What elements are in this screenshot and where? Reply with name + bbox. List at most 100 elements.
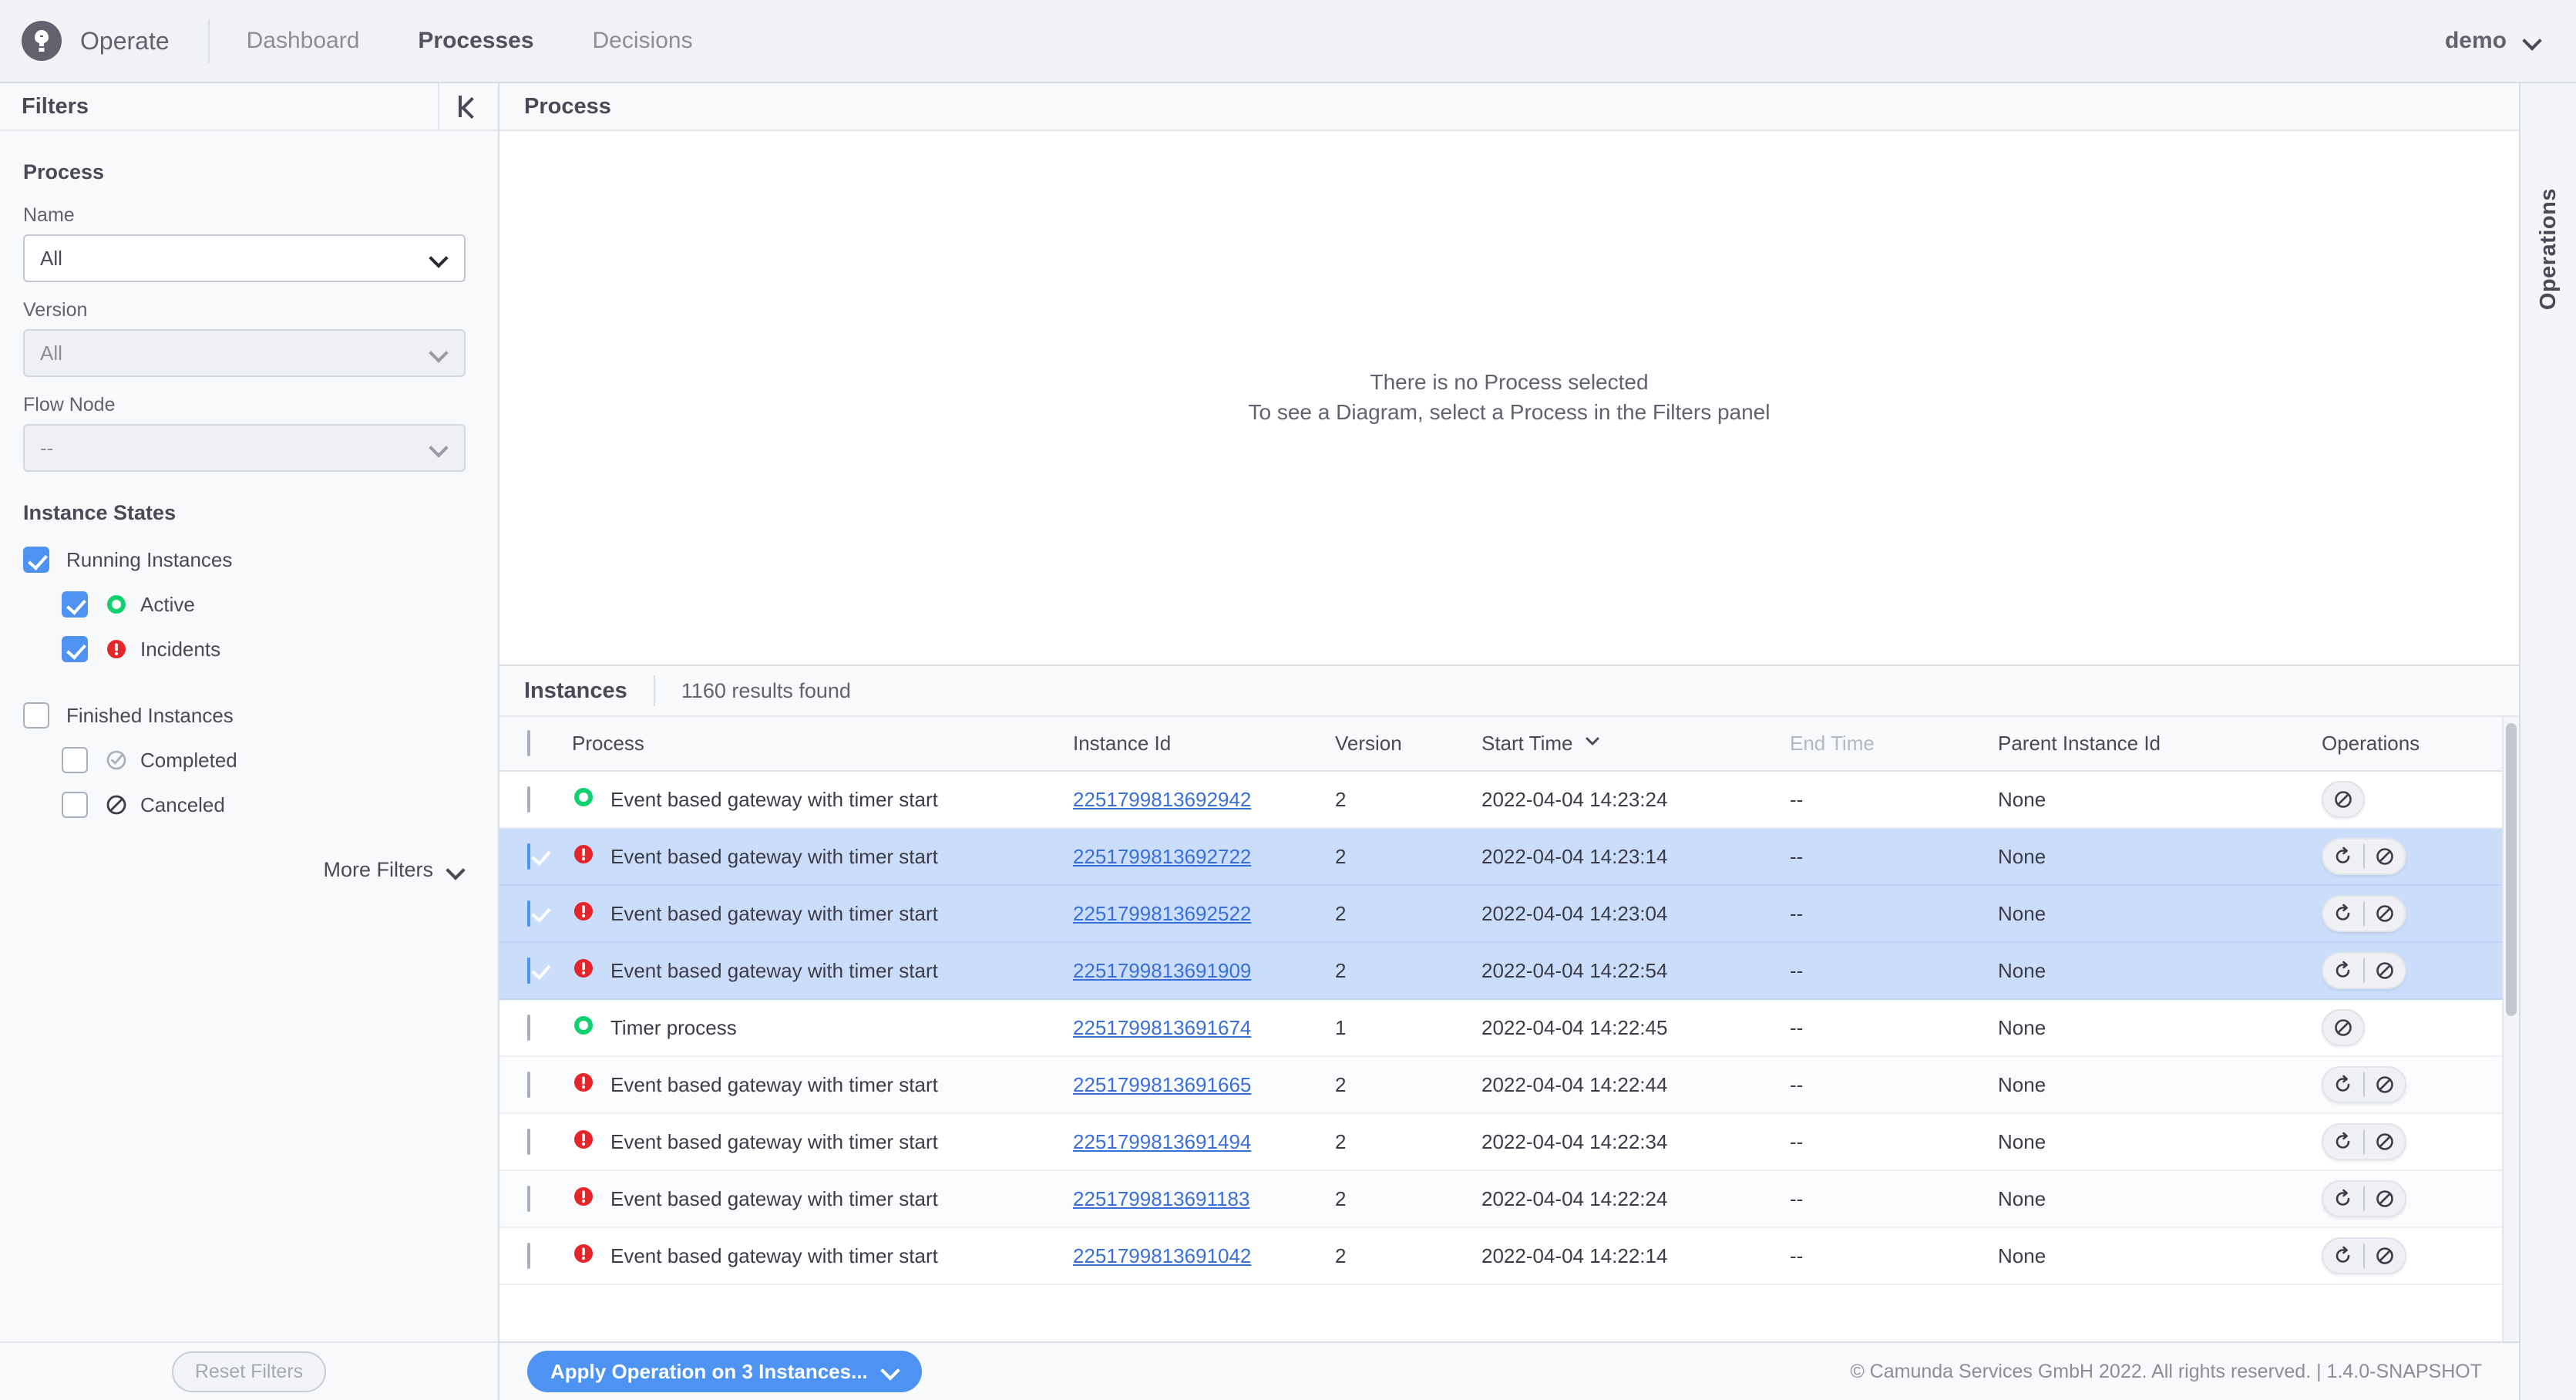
instance-id-link[interactable]: 2251799813692942 <box>1073 788 1251 811</box>
cancel-operation-icon[interactable] <box>2365 840 2405 873</box>
row-checkbox[interactable] <box>527 786 530 813</box>
row-checkbox[interactable] <box>527 1185 530 1212</box>
column-header-parent-instance-id[interactable]: Parent Instance Id <box>1998 717 2322 772</box>
retry-operation-icon[interactable] <box>2323 840 2363 873</box>
chevron-down-icon <box>432 346 447 362</box>
instances-footer: Apply Operation on 3 Instances... © Camu… <box>499 1341 2519 1400</box>
cell-operations <box>2322 1227 2502 1285</box>
cell-version: 2 <box>1335 1170 1481 1228</box>
column-header-operations: Operations <box>2322 717 2502 772</box>
nav-item-decisions[interactable]: Decisions <box>593 28 693 54</box>
checkbox-finished-instances[interactable]: Finished Instances <box>23 693 475 738</box>
instance-id-link[interactable]: 2251799813691674 <box>1073 1016 1251 1039</box>
row-checkbox[interactable] <box>527 1014 530 1041</box>
retry-operation-icon[interactable] <box>2323 1182 2363 1216</box>
column-label: Operations <box>2322 732 2420 755</box>
table-row[interactable]: Event based gateway with timer start 2251… <box>499 1170 2502 1228</box>
instance-id-link[interactable]: 2251799813691042 <box>1073 1244 1251 1267</box>
active-circle-icon <box>572 1014 595 1042</box>
checkbox-active[interactable]: Active <box>23 582 475 627</box>
row-checkbox[interactable] <box>527 843 530 870</box>
column-header-instance-id[interactable]: Instance Id <box>1073 717 1335 772</box>
chevron-down-icon <box>432 441 447 456</box>
instance-id-link[interactable]: 2251799813692522 <box>1073 902 1251 925</box>
nav-item-processes[interactable]: Processes <box>418 28 533 54</box>
table-row[interactable]: Event based gateway with timer start 2251… <box>499 828 2502 886</box>
column-label: Process <box>572 732 644 755</box>
brand[interactable]: Operate <box>22 21 200 61</box>
cancel-operation-icon[interactable] <box>2323 782 2363 816</box>
process-diagram-panel: Process There is no Process selected To … <box>499 83 2519 666</box>
cancel-operation-icon[interactable] <box>2365 1068 2405 1102</box>
cell-process: Event based gateway with timer start <box>564 1056 1073 1114</box>
cancel-operation-icon[interactable] <box>2365 1125 2405 1159</box>
table-row[interactable]: Event based gateway with timer start 2251… <box>499 885 2502 943</box>
table-row[interactable]: Timer process 2251799813691674 1 2022-04-04… <box>499 999 2502 1057</box>
flow-node-select[interactable]: -- <box>23 424 466 472</box>
process-name-select[interactable]: All <box>23 234 466 282</box>
checkbox-canceled[interactable]: Canceled <box>23 782 475 827</box>
more-filters-toggle[interactable]: More Filters <box>23 858 475 882</box>
row-checkbox[interactable] <box>527 1242 530 1269</box>
column-header-start-time[interactable]: Start Time <box>1481 717 1790 772</box>
row-checkbox[interactable] <box>527 1071 530 1098</box>
retry-operation-icon[interactable] <box>2323 954 2363 988</box>
app-header: Operate Dashboard Processes Decisions de… <box>0 0 2576 83</box>
cell-end-time: -- <box>1790 828 1998 886</box>
nav-item-dashboard[interactable]: Dashboard <box>247 28 360 54</box>
column-header-version[interactable]: Version <box>1335 717 1481 772</box>
retry-operation-icon[interactable] <box>2323 1239 2363 1273</box>
instance-id-link[interactable]: 2251799813691183 <box>1073 1187 1249 1210</box>
table-vertical-scrollbar[interactable] <box>2502 717 2519 1341</box>
table-row[interactable]: Event based gateway with timer start 2251… <box>499 1056 2502 1114</box>
flow-node-value: -- <box>40 436 54 459</box>
apply-operation-button[interactable]: Apply Operation on 3 Instances... <box>527 1351 922 1392</box>
sort-descending-chevron-icon <box>1583 732 1602 756</box>
cancel-operation-icon[interactable] <box>2365 1182 2405 1216</box>
cancel-operation-icon[interactable] <box>2365 1239 2405 1273</box>
table-row[interactable]: Event based gateway with timer start 2251… <box>499 942 2502 1000</box>
cancel-operation-icon[interactable] <box>2365 897 2405 931</box>
collapse-panel-left-icon[interactable] <box>438 83 498 130</box>
cell-process: Event based gateway with timer start <box>564 1227 1073 1285</box>
operations-panel[interactable]: Operations <box>2519 83 2576 1400</box>
cell-parent-instance-id: None <box>1998 942 2322 1000</box>
cancel-operation-icon[interactable] <box>2323 1011 2363 1045</box>
brand-name: Operate <box>80 26 170 55</box>
column-header-process[interactable]: Process <box>564 717 1073 772</box>
version-field-label: Version <box>23 299 88 321</box>
cell-version: 2 <box>1335 828 1481 886</box>
main-nav: Dashboard Processes Decisions <box>247 28 693 54</box>
checkbox-completed[interactable]: Completed <box>23 738 475 782</box>
instance-id-link[interactable]: 2251799813692722 <box>1073 845 1251 868</box>
retry-operation-icon[interactable] <box>2323 1068 2363 1102</box>
select-all-checkbox[interactable] <box>527 730 530 756</box>
retry-operation-icon[interactable] <box>2323 1125 2363 1159</box>
cell-operations <box>2322 1056 2502 1114</box>
process-panel-header: Process <box>499 83 2519 131</box>
scrollbar-thumb[interactable] <box>2506 723 2517 1016</box>
row-checkbox[interactable] <box>527 1128 530 1155</box>
table-row[interactable]: Event based gateway with timer start 2251… <box>499 771 2502 829</box>
cell-start-time: 2022-04-04 14:22:54 <box>1481 942 1790 1000</box>
instance-id-link[interactable]: 2251799813691494 <box>1073 1130 1251 1153</box>
cell-parent-instance-id: None <box>1998 1227 2322 1285</box>
user-menu[interactable]: demo <box>2445 28 2541 54</box>
cell-operations <box>2322 885 2502 943</box>
cancel-operation-icon[interactable] <box>2365 954 2405 988</box>
reset-filters-button[interactable]: Reset Filters <box>171 1351 327 1392</box>
table-row[interactable]: Event based gateway with timer start 2251… <box>499 1227 2502 1285</box>
retry-operation-icon[interactable] <box>2323 897 2363 931</box>
column-label: Parent Instance Id <box>1998 732 2161 755</box>
instance-id-link[interactable]: 2251799813691665 <box>1073 1073 1251 1096</box>
cell-start-time: 2022-04-04 14:22:14 <box>1481 1227 1790 1285</box>
checkbox-incidents[interactable]: Incidents <box>23 627 475 671</box>
instance-id-link[interactable]: 2251799813691909 <box>1073 959 1251 982</box>
cell-version: 2 <box>1335 1113 1481 1171</box>
camunda-logo-icon <box>22 21 62 61</box>
row-checkbox[interactable] <box>527 957 530 984</box>
checkbox-running-instances[interactable]: Running Instances <box>23 537 475 582</box>
process-version-select[interactable]: All <box>23 329 466 377</box>
row-checkbox[interactable] <box>527 900 530 927</box>
table-row[interactable]: Event based gateway with timer start 2251… <box>499 1113 2502 1171</box>
